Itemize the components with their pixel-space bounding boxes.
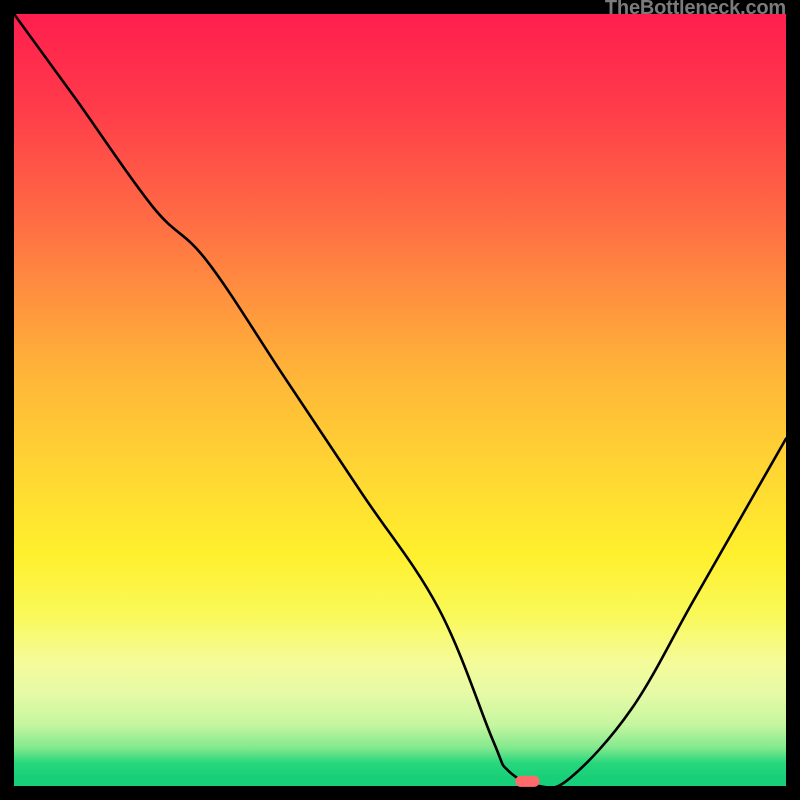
watermark-text: TheBottleneck.com — [605, 0, 786, 20]
chart-svg — [14, 14, 786, 786]
gradient-plot-area — [14, 14, 786, 786]
chart-stage: TheBottleneck.com — [0, 0, 800, 800]
bottleneck-curve — [14, 14, 786, 788]
minimum-marker — [515, 776, 539, 787]
